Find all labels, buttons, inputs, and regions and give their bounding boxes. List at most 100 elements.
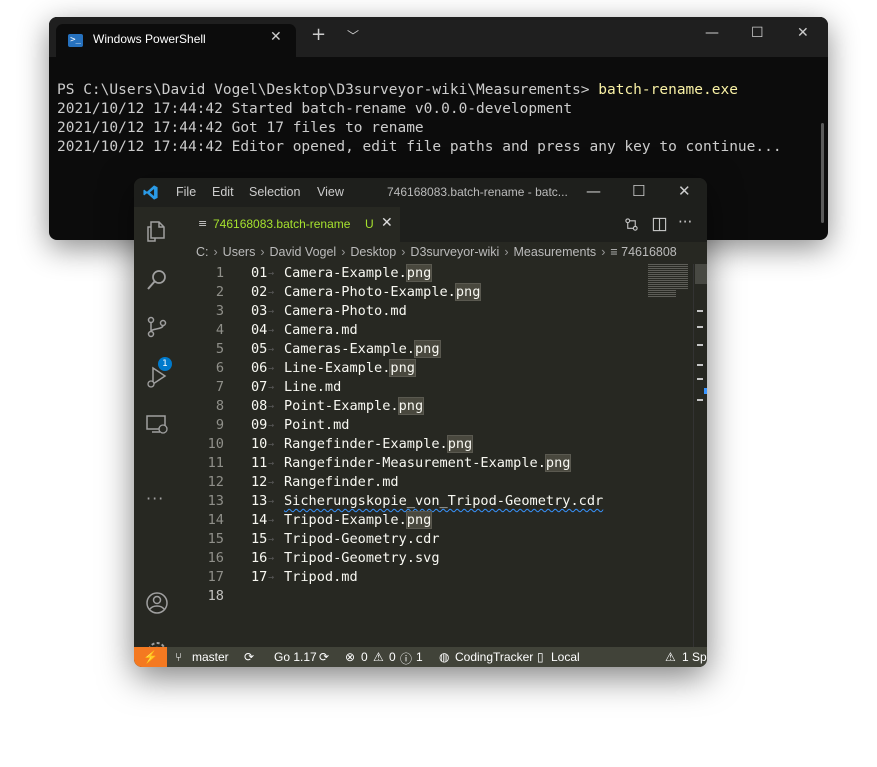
close-tab-icon[interactable]: ✕ xyxy=(381,215,393,231)
editor-area[interactable]: 1 01 → Camera-Example.png 2 02 → Camera-Photo-E… xyxy=(180,264,693,647)
warning-count[interactable]: 0 xyxy=(389,650,396,664)
file-path: Point-Example.png xyxy=(284,397,425,416)
breadcrumb-item[interactable]: David Vogel xyxy=(270,245,337,259)
line-prefix: 05 xyxy=(251,341,268,357)
file-extension: png xyxy=(454,283,482,301)
file-extension: png xyxy=(405,264,433,282)
line-number: 6 xyxy=(215,360,224,376)
tab-arrow-icon: → xyxy=(268,477,275,488)
breadcrumb-item[interactable]: Measurements xyxy=(514,245,597,259)
branch-name[interactable]: master xyxy=(192,650,229,664)
file-extension: png xyxy=(397,397,425,415)
file-name: Rangefinder-Example. xyxy=(284,436,448,452)
close-icon[interactable]: ✕ xyxy=(797,25,809,41)
line-prefix: 13 xyxy=(251,493,268,509)
breadcrumb: C: › Users › David Vogel › Desktop › D3surveyor-… xyxy=(196,245,677,263)
branch-icon: ⑂ xyxy=(175,650,183,664)
breadcrumb-item[interactable]: 74616808 xyxy=(621,245,677,259)
editor-tab-label: 746168083.batch-rename xyxy=(213,217,351,231)
breadcrumb-item[interactable]: D3surveyor-wiki xyxy=(410,245,499,259)
info-count[interactable]: 1 xyxy=(416,650,423,664)
chevron-right-icon: › xyxy=(601,245,606,259)
terminal-scrollbar[interactable] xyxy=(821,123,824,223)
file-name: Tripod-Example. xyxy=(284,512,407,528)
chevron-right-icon: › xyxy=(341,245,346,259)
minimize-icon[interactable]: — xyxy=(586,182,601,200)
line-prefix: 14 xyxy=(251,512,268,528)
line-number: 12 xyxy=(207,474,224,490)
go-version[interactable]: Go 1.17 xyxy=(274,650,317,664)
menu-edit[interactable]: Edit xyxy=(212,185,234,199)
minimize-icon[interactable]: — xyxy=(705,25,719,41)
line-number: 2 xyxy=(215,284,224,300)
breadcrumb-item[interactable]: Desktop xyxy=(350,245,396,259)
tab-arrow-icon: → xyxy=(268,268,275,279)
problems-label[interactable]: 1 Sp xyxy=(682,650,707,664)
remote-indicator-icon[interactable]: ⚡ xyxy=(134,647,167,667)
sync-icon[interactable]: ⟳ xyxy=(244,650,254,664)
close-icon[interactable]: ✕ xyxy=(678,182,691,200)
menu-selection[interactable]: Selection xyxy=(249,185,300,199)
breadcrumb-item[interactable]: Users xyxy=(223,245,256,259)
line-prefix: 01 xyxy=(251,265,268,281)
tab-arrow-icon: → xyxy=(268,420,275,431)
file-name: Tripod-Geometry.cdr xyxy=(284,531,440,547)
menu-file[interactable]: File xyxy=(176,185,196,199)
line-prefix: 04 xyxy=(251,322,268,338)
minimap[interactable] xyxy=(647,264,693,647)
line-prefix: 17 xyxy=(251,569,268,585)
file-path: Tripod-Geometry.svg xyxy=(284,549,440,568)
file-name: Tripod-Geometry.svg xyxy=(284,550,440,566)
vscode-logo-icon xyxy=(143,185,158,200)
chevron-down-icon[interactable]: ﹀ xyxy=(347,27,359,44)
editor-tab-bar: ≡ 746168083.batch-rename U ✕ ··· xyxy=(180,207,707,242)
line-prefix: 15 xyxy=(251,531,268,547)
open-changes-icon[interactable] xyxy=(624,217,639,232)
file-path: Camera-Photo-Example.png xyxy=(284,283,482,302)
more-icon[interactable]: ··· xyxy=(146,489,164,508)
terminal-output[interactable]: PS C:\Users\David Vogel\Desktop\D3survey… xyxy=(57,81,782,157)
line-number: 17 xyxy=(207,569,224,585)
run-debug-icon[interactable] xyxy=(145,365,169,389)
file-name: Camera-Photo.md xyxy=(284,303,407,319)
error-count[interactable]: 0 xyxy=(361,650,368,664)
coding-tracker-label[interactable]: CodingTracker xyxy=(455,650,533,664)
more-actions-icon[interactable]: ··· xyxy=(678,213,692,231)
maximize-icon[interactable]: ☐ xyxy=(751,25,764,41)
file-path: Tripod-Example.png xyxy=(284,511,433,530)
line-prefix: 08 xyxy=(251,398,268,414)
line-number: 7 xyxy=(215,379,224,395)
file-path: Tripod.md xyxy=(284,568,358,587)
line-number: 13 xyxy=(207,493,224,509)
error-icon: ⊗ xyxy=(345,650,356,664)
line-prefix: 10 xyxy=(251,436,268,452)
menu-view[interactable]: View xyxy=(317,185,344,199)
split-editor-icon[interactable] xyxy=(652,217,667,232)
source-control-icon[interactable] xyxy=(145,315,169,339)
remote-explorer-icon[interactable] xyxy=(145,412,169,436)
tab-arrow-icon: → xyxy=(268,306,275,317)
new-tab-icon[interactable]: + xyxy=(311,25,326,45)
editor-tab[interactable]: ≡ 746168083.batch-rename U ✕ xyxy=(180,207,400,242)
powershell-tab-title: Windows PowerShell xyxy=(93,32,206,46)
line-number: 14 xyxy=(207,512,224,528)
breadcrumb-item[interactable]: C: xyxy=(196,245,209,259)
editor-scrollbar[interactable] xyxy=(693,264,707,647)
line-number: 16 xyxy=(207,550,224,566)
account-icon[interactable] xyxy=(145,591,169,615)
line-prefix: 16 xyxy=(251,550,268,566)
maximize-icon[interactable]: ☐ xyxy=(632,182,645,200)
file-name: Rangefinder.md xyxy=(284,474,399,490)
search-icon[interactable] xyxy=(145,268,169,292)
file-extension: png xyxy=(405,511,433,529)
file-path: Tripod-Geometry.cdr xyxy=(284,530,440,549)
file-path: Point.md xyxy=(284,416,349,435)
close-tab-icon[interactable]: ✕ xyxy=(270,29,282,45)
tab-arrow-icon: → xyxy=(268,325,275,336)
powershell-tab[interactable]: >_ Windows PowerShell ✕ xyxy=(56,24,296,57)
tab-arrow-icon: → xyxy=(268,382,275,393)
line-number: 11 xyxy=(207,455,224,471)
local-label[interactable]: Local xyxy=(551,650,580,664)
explorer-icon[interactable] xyxy=(145,219,169,243)
file-path: Rangefinder-Example.png xyxy=(284,435,474,454)
